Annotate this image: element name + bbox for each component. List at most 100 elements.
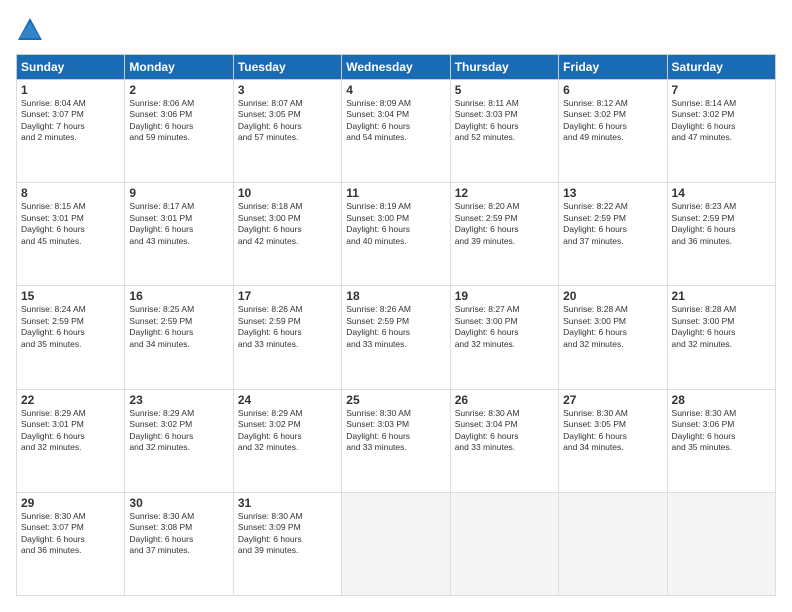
calendar-cell: 17 Sunrise: 8:26 AMSunset: 2:59 PMDaylig… — [233, 286, 341, 389]
calendar-cell: 5 Sunrise: 8:11 AMSunset: 3:03 PMDayligh… — [450, 80, 558, 183]
day-number: 15 — [21, 289, 120, 303]
day-number: 18 — [346, 289, 445, 303]
day-number: 22 — [21, 393, 120, 407]
col-header-friday: Friday — [559, 55, 667, 80]
logo-icon — [16, 16, 44, 44]
col-header-monday: Monday — [125, 55, 233, 80]
calendar-cell: 29 Sunrise: 8:30 AMSunset: 3:07 PMDaylig… — [17, 492, 125, 595]
day-number: 31 — [238, 496, 337, 510]
day-info: Sunrise: 8:26 AMSunset: 2:59 PMDaylight:… — [238, 304, 337, 350]
day-info: Sunrise: 8:09 AMSunset: 3:04 PMDaylight:… — [346, 98, 445, 144]
day-number: 8 — [21, 186, 120, 200]
day-info: Sunrise: 8:30 AMSunset: 3:06 PMDaylight:… — [672, 408, 771, 454]
day-number: 29 — [21, 496, 120, 510]
day-number: 9 — [129, 186, 228, 200]
day-info: Sunrise: 8:30 AMSunset: 3:07 PMDaylight:… — [21, 511, 120, 557]
calendar-week-row: 1 Sunrise: 8:04 AMSunset: 3:07 PMDayligh… — [17, 80, 776, 183]
calendar-cell — [667, 492, 775, 595]
day-info: Sunrise: 8:23 AMSunset: 2:59 PMDaylight:… — [672, 201, 771, 247]
day-number: 21 — [672, 289, 771, 303]
day-number: 13 — [563, 186, 662, 200]
day-info: Sunrise: 8:28 AMSunset: 3:00 PMDaylight:… — [563, 304, 662, 350]
col-header-wednesday: Wednesday — [342, 55, 450, 80]
calendar-cell — [450, 492, 558, 595]
calendar-cell: 3 Sunrise: 8:07 AMSunset: 3:05 PMDayligh… — [233, 80, 341, 183]
calendar-week-row: 22 Sunrise: 8:29 AMSunset: 3:01 PMDaylig… — [17, 389, 776, 492]
day-info: Sunrise: 8:30 AMSunset: 3:08 PMDaylight:… — [129, 511, 228, 557]
calendar-header-row: SundayMondayTuesdayWednesdayThursdayFrid… — [17, 55, 776, 80]
day-number: 11 — [346, 186, 445, 200]
day-info: Sunrise: 8:29 AMSunset: 3:02 PMDaylight:… — [238, 408, 337, 454]
day-info: Sunrise: 8:06 AMSunset: 3:06 PMDaylight:… — [129, 98, 228, 144]
calendar-cell — [342, 492, 450, 595]
calendar-cell: 27 Sunrise: 8:30 AMSunset: 3:05 PMDaylig… — [559, 389, 667, 492]
day-number: 25 — [346, 393, 445, 407]
calendar-cell: 11 Sunrise: 8:19 AMSunset: 3:00 PMDaylig… — [342, 183, 450, 286]
calendar-week-row: 8 Sunrise: 8:15 AMSunset: 3:01 PMDayligh… — [17, 183, 776, 286]
day-number: 4 — [346, 83, 445, 97]
day-number: 5 — [455, 83, 554, 97]
calendar-week-row: 29 Sunrise: 8:30 AMSunset: 3:07 PMDaylig… — [17, 492, 776, 595]
day-number: 10 — [238, 186, 337, 200]
col-header-saturday: Saturday — [667, 55, 775, 80]
calendar-cell: 13 Sunrise: 8:22 AMSunset: 2:59 PMDaylig… — [559, 183, 667, 286]
day-number: 28 — [672, 393, 771, 407]
day-info: Sunrise: 8:28 AMSunset: 3:00 PMDaylight:… — [672, 304, 771, 350]
calendar-cell: 31 Sunrise: 8:30 AMSunset: 3:09 PMDaylig… — [233, 492, 341, 595]
col-header-sunday: Sunday — [17, 55, 125, 80]
calendar-cell: 2 Sunrise: 8:06 AMSunset: 3:06 PMDayligh… — [125, 80, 233, 183]
day-number: 17 — [238, 289, 337, 303]
day-number: 2 — [129, 83, 228, 97]
calendar-cell: 26 Sunrise: 8:30 AMSunset: 3:04 PMDaylig… — [450, 389, 558, 492]
calendar-cell: 15 Sunrise: 8:24 AMSunset: 2:59 PMDaylig… — [17, 286, 125, 389]
calendar-cell: 10 Sunrise: 8:18 AMSunset: 3:00 PMDaylig… — [233, 183, 341, 286]
calendar-cell: 8 Sunrise: 8:15 AMSunset: 3:01 PMDayligh… — [17, 183, 125, 286]
calendar-week-row: 15 Sunrise: 8:24 AMSunset: 2:59 PMDaylig… — [17, 286, 776, 389]
day-number: 6 — [563, 83, 662, 97]
col-header-thursday: Thursday — [450, 55, 558, 80]
calendar-cell: 9 Sunrise: 8:17 AMSunset: 3:01 PMDayligh… — [125, 183, 233, 286]
day-number: 3 — [238, 83, 337, 97]
calendar-cell: 30 Sunrise: 8:30 AMSunset: 3:08 PMDaylig… — [125, 492, 233, 595]
calendar-cell: 7 Sunrise: 8:14 AMSunset: 3:02 PMDayligh… — [667, 80, 775, 183]
calendar-table: SundayMondayTuesdayWednesdayThursdayFrid… — [16, 54, 776, 596]
calendar-cell: 1 Sunrise: 8:04 AMSunset: 3:07 PMDayligh… — [17, 80, 125, 183]
day-info: Sunrise: 8:29 AMSunset: 3:02 PMDaylight:… — [129, 408, 228, 454]
calendar-cell: 6 Sunrise: 8:12 AMSunset: 3:02 PMDayligh… — [559, 80, 667, 183]
day-info: Sunrise: 8:22 AMSunset: 2:59 PMDaylight:… — [563, 201, 662, 247]
day-info: Sunrise: 8:25 AMSunset: 2:59 PMDaylight:… — [129, 304, 228, 350]
day-number: 30 — [129, 496, 228, 510]
day-info: Sunrise: 8:17 AMSunset: 3:01 PMDaylight:… — [129, 201, 228, 247]
day-number: 1 — [21, 83, 120, 97]
page: SundayMondayTuesdayWednesdayThursdayFrid… — [0, 0, 792, 612]
day-info: Sunrise: 8:27 AMSunset: 3:00 PMDaylight:… — [455, 304, 554, 350]
calendar-cell: 14 Sunrise: 8:23 AMSunset: 2:59 PMDaylig… — [667, 183, 775, 286]
calendar-cell: 18 Sunrise: 8:26 AMSunset: 2:59 PMDaylig… — [342, 286, 450, 389]
calendar-cell: 21 Sunrise: 8:28 AMSunset: 3:00 PMDaylig… — [667, 286, 775, 389]
day-number: 26 — [455, 393, 554, 407]
day-number: 23 — [129, 393, 228, 407]
day-number: 7 — [672, 83, 771, 97]
day-number: 24 — [238, 393, 337, 407]
day-info: Sunrise: 8:30 AMSunset: 3:09 PMDaylight:… — [238, 511, 337, 557]
day-info: Sunrise: 8:24 AMSunset: 2:59 PMDaylight:… — [21, 304, 120, 350]
day-number: 14 — [672, 186, 771, 200]
day-info: Sunrise: 8:11 AMSunset: 3:03 PMDaylight:… — [455, 98, 554, 144]
day-info: Sunrise: 8:14 AMSunset: 3:02 PMDaylight:… — [672, 98, 771, 144]
calendar-cell: 16 Sunrise: 8:25 AMSunset: 2:59 PMDaylig… — [125, 286, 233, 389]
calendar-cell: 4 Sunrise: 8:09 AMSunset: 3:04 PMDayligh… — [342, 80, 450, 183]
day-info: Sunrise: 8:26 AMSunset: 2:59 PMDaylight:… — [346, 304, 445, 350]
day-number: 16 — [129, 289, 228, 303]
day-number: 27 — [563, 393, 662, 407]
calendar-cell — [559, 492, 667, 595]
calendar-cell: 24 Sunrise: 8:29 AMSunset: 3:02 PMDaylig… — [233, 389, 341, 492]
col-header-tuesday: Tuesday — [233, 55, 341, 80]
day-info: Sunrise: 8:07 AMSunset: 3:05 PMDaylight:… — [238, 98, 337, 144]
calendar-cell: 12 Sunrise: 8:20 AMSunset: 2:59 PMDaylig… — [450, 183, 558, 286]
calendar-cell: 28 Sunrise: 8:30 AMSunset: 3:06 PMDaylig… — [667, 389, 775, 492]
calendar-cell: 22 Sunrise: 8:29 AMSunset: 3:01 PMDaylig… — [17, 389, 125, 492]
logo — [16, 16, 48, 44]
calendar-cell: 19 Sunrise: 8:27 AMSunset: 3:00 PMDaylig… — [450, 286, 558, 389]
day-info: Sunrise: 8:30 AMSunset: 3:04 PMDaylight:… — [455, 408, 554, 454]
day-info: Sunrise: 8:12 AMSunset: 3:02 PMDaylight:… — [563, 98, 662, 144]
